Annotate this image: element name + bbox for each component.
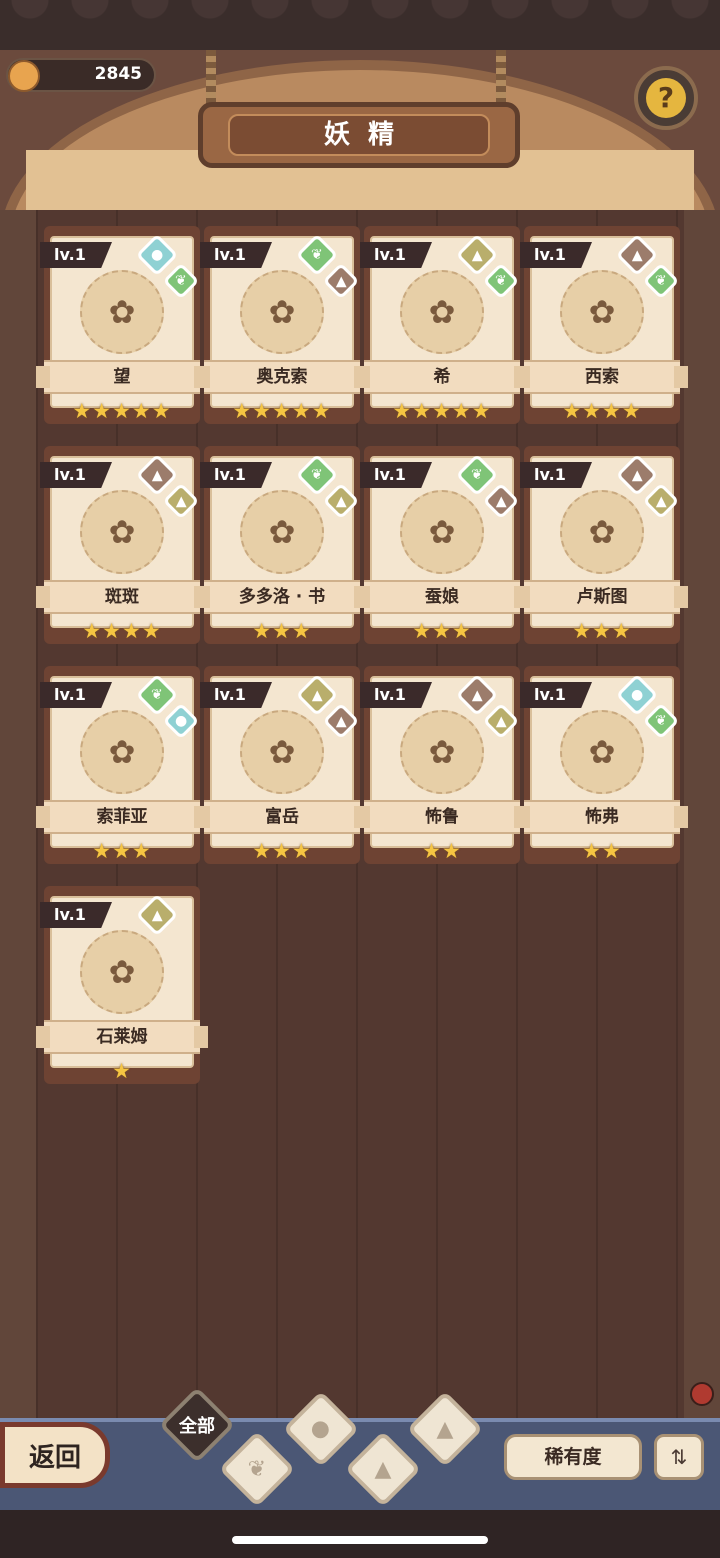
fairy-portrait: ✿ [240, 270, 324, 354]
rock-filter-icon: ▲ [436, 1416, 454, 1442]
fairy-name: 希 [356, 360, 528, 394]
star-rating: ★★★★ [562, 399, 642, 423]
page-title: 妖精 [323, 120, 412, 150]
star-rating: ★★★ [252, 619, 312, 643]
level-badge: lv.1 [40, 462, 112, 488]
fairy-card[interactable]: ✿ lv.1 ▲ 石莱姆 ★ [36, 886, 208, 1084]
home-strip [0, 1510, 720, 1558]
fairy-portrait: ✿ [80, 710, 164, 794]
level-badge: lv.1 [40, 242, 112, 268]
plant-filter-icon: ❦ [247, 1456, 267, 1482]
level-badge: lv.1 [40, 682, 112, 708]
fairy-portrait: ✿ [560, 270, 644, 354]
level-badge: lv.1 [360, 242, 432, 268]
fairy-portrait: ✿ [80, 930, 164, 1014]
sort-order-button[interactable]: ⇅ [654, 1434, 704, 1480]
back-button[interactable]: 返回 [0, 1422, 110, 1488]
fairy-name: 怖弗 [516, 800, 688, 834]
fairy-name: 西索 [516, 360, 688, 394]
sort-rarity-button[interactable]: 稀有度 [504, 1434, 642, 1480]
fairy-portrait: ✿ [400, 270, 484, 354]
cabinet-post-left [0, 210, 36, 1418]
earth-filter-icon: ▲ [374, 1456, 392, 1482]
fairy-portrait: ✿ [400, 710, 484, 794]
top-decoration [0, 0, 720, 50]
fairy-card[interactable]: ✿ lv.1 ▲ ▲ 斑斑 ★★★★ [36, 446, 208, 644]
back-button-label: 返回 [28, 1442, 81, 1473]
fairy-card[interactable]: ✿ lv.1 ▲ ▲ 怖鲁 ★★ [356, 666, 528, 864]
level-badge: lv.1 [520, 242, 592, 268]
fairy-name: 卢斯图 [516, 580, 688, 614]
level-badge: lv.1 [360, 682, 432, 708]
fairy-name: 望 [36, 360, 208, 394]
level-badge: lv.1 [360, 462, 432, 488]
star-rating: ★★ [422, 839, 462, 863]
help-button[interactable]: ? [634, 66, 698, 130]
star-rating: ★★★ [92, 839, 152, 863]
sort-order-icon: ⇅ [670, 1445, 688, 1469]
fairy-card[interactable]: ✿ lv.1 ▲ ▲ 富岳 ★★★ [196, 666, 368, 864]
fairy-portrait: ✿ [240, 710, 324, 794]
fairy-card[interactable]: ✿ lv.1 ▲ ❦ 西索 ★★★★ [516, 226, 688, 424]
fairy-card[interactable]: ✿ lv.1 ● ❦ 怖弗 ★★ [516, 666, 688, 864]
star-rating: ★★★★★ [72, 399, 172, 423]
coin-value: 2845 [94, 64, 142, 84]
fairy-name: 奥克索 [196, 360, 368, 394]
fairy-name: 富岳 [196, 800, 368, 834]
fairy-card[interactable]: ✿ lv.1 ❦ ▲ 多多洛 · 书 ★★★ [196, 446, 368, 644]
help-icon: ? [646, 78, 686, 118]
fairy-card[interactable]: ✿ lv.1 ● ❦ 望 ★★★★★ [36, 226, 208, 424]
fairy-portrait: ✿ [400, 490, 484, 574]
fairy-card[interactable]: ✿ lv.1 ❦ ▲ 蚕娘 ★★★ [356, 446, 528, 644]
star-rating: ★ [112, 1059, 132, 1083]
level-badge: lv.1 [520, 462, 592, 488]
fairy-portrait: ✿ [80, 490, 164, 574]
fairy-card[interactable]: ✿ lv.1 ❦ ● 索菲亚 ★★★ [36, 666, 208, 864]
star-rating: ★★★★★ [232, 399, 332, 423]
fairy-portrait: ✿ [560, 710, 644, 794]
level-badge: lv.1 [200, 242, 272, 268]
fairy-portrait: ✿ [240, 490, 324, 574]
star-rating: ★★★ [252, 839, 312, 863]
star-rating: ★★★ [412, 619, 472, 643]
fairy-card[interactable]: ✿ lv.1 ▲ ▲ 卢斯图 ★★★ [516, 446, 688, 644]
fairy-portrait: ✿ [560, 490, 644, 574]
level-badge: lv.1 [40, 902, 112, 928]
fairy-name: 石莱姆 [36, 1020, 208, 1054]
home-indicator [232, 1536, 488, 1544]
star-rating: ★★★★ [82, 619, 162, 643]
fairy-portrait: ✿ [80, 270, 164, 354]
fairy-name: 斑斑 [36, 580, 208, 614]
star-rating: ★★ [582, 839, 622, 863]
fairy-name: 多多洛 · 书 [196, 580, 368, 614]
ladybug-icon [690, 1382, 714, 1406]
fairy-card[interactable]: ✿ lv.1 ▲ ❦ 希 ★★★★★ [356, 226, 528, 424]
star-rating: ★★★★★ [392, 399, 492, 423]
tab-all-label: 全部 [179, 1416, 215, 1437]
fairy-name: 怖鲁 [356, 800, 528, 834]
water-filter-icon: ● [311, 1416, 331, 1442]
fairy-card[interactable]: ✿ lv.1 ❦ ▲ 奥克索 ★★★★★ [196, 226, 368, 424]
star-rating: ★★★ [572, 619, 632, 643]
fairy-name: 蚕娘 [356, 580, 528, 614]
level-badge: lv.1 [200, 682, 272, 708]
fairy-name: 索菲亚 [36, 800, 208, 834]
coin-icon [8, 60, 40, 92]
level-badge: lv.1 [200, 462, 272, 488]
level-badge: lv.1 [520, 682, 592, 708]
cabinet-post-right [684, 210, 720, 1418]
